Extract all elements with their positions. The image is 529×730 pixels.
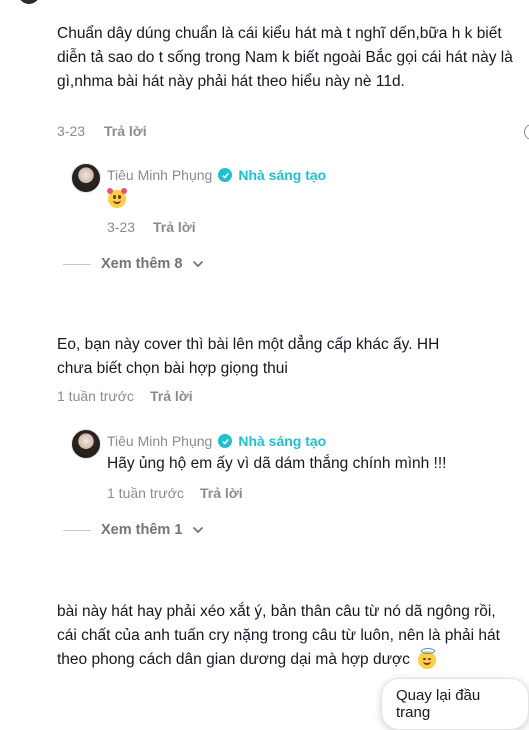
divider [63,529,91,531]
creator-name[interactable]: Tiêu Minh Phụng [107,433,212,449]
back-to-top-label: Quay lại đầu trang [396,687,481,721]
comment-item: Eo, bạn này cover thì bài lên một dẳng c… [0,300,529,560]
comment-item: bài này hát hay phải xéo xắt ý, bản thân… [0,560,529,696]
comment-date: 1 tuần trước [57,388,134,404]
creator-name-row: Tiêu Minh Phụng Nhà sáng tạo [107,167,326,183]
creator-avatar[interactable] [71,429,101,459]
view-more-label: Xem thêm 8 [101,256,183,272]
reply-date: 3-23 [107,219,136,235]
smiling-face-with-halo-icon [418,647,437,669]
reply-button[interactable]: Trả lời [150,388,193,404]
comment-text: Chuẩn dây dúng chuẩn là cái kiểu hát mà … [57,25,513,90]
view-more-label: Xem thêm 1 [101,522,183,538]
reply-button[interactable]: Trả lời [200,485,243,501]
creator-badge: Nhà sáng tạo [238,167,327,183]
verified-icon [218,168,233,182]
divider [63,263,91,265]
creator-name[interactable]: Tiêu Minh Phụng [107,167,212,183]
view-more-replies-button[interactable]: Xem thêm 1 [63,522,204,538]
creator-name-row: Tiêu Minh Phụng Nhà sáng tạo [107,433,326,449]
like-icon[interactable] [524,124,529,140]
reply-date: 1 tuần trước [107,485,184,501]
chevron-down-icon [193,260,204,268]
chevron-down-icon [193,526,204,534]
comment-text: Eo, bạn này cover thì bài lên một dẳng c… [57,336,440,377]
creator-badge: Nhà sáng tạo [238,433,327,449]
reply-button[interactable]: Trả lời [153,219,196,235]
creator-avatar[interactable] [71,163,101,193]
back-to-top-button[interactable]: Quay lại đầu trang [381,678,529,730]
view-more-replies-button[interactable]: Xem thêm 8 [63,256,204,272]
verified-icon [218,434,233,448]
smiling-face-with-hearts-icon [107,188,127,208]
avatar[interactable] [18,0,40,4]
reply-button[interactable]: Trả lời [104,123,147,139]
reply-text: Hãy ủng hộ em ấy vì dã dám thắng chính m… [107,455,447,472]
comment-item: Chuẩn dây dúng chuẩn là cái kiểu hát mà … [0,0,529,300]
comment-text: bài này hát hay phải xéo xắt ý, bản thân… [57,600,512,672]
comment-date: 3-23 [57,123,86,139]
